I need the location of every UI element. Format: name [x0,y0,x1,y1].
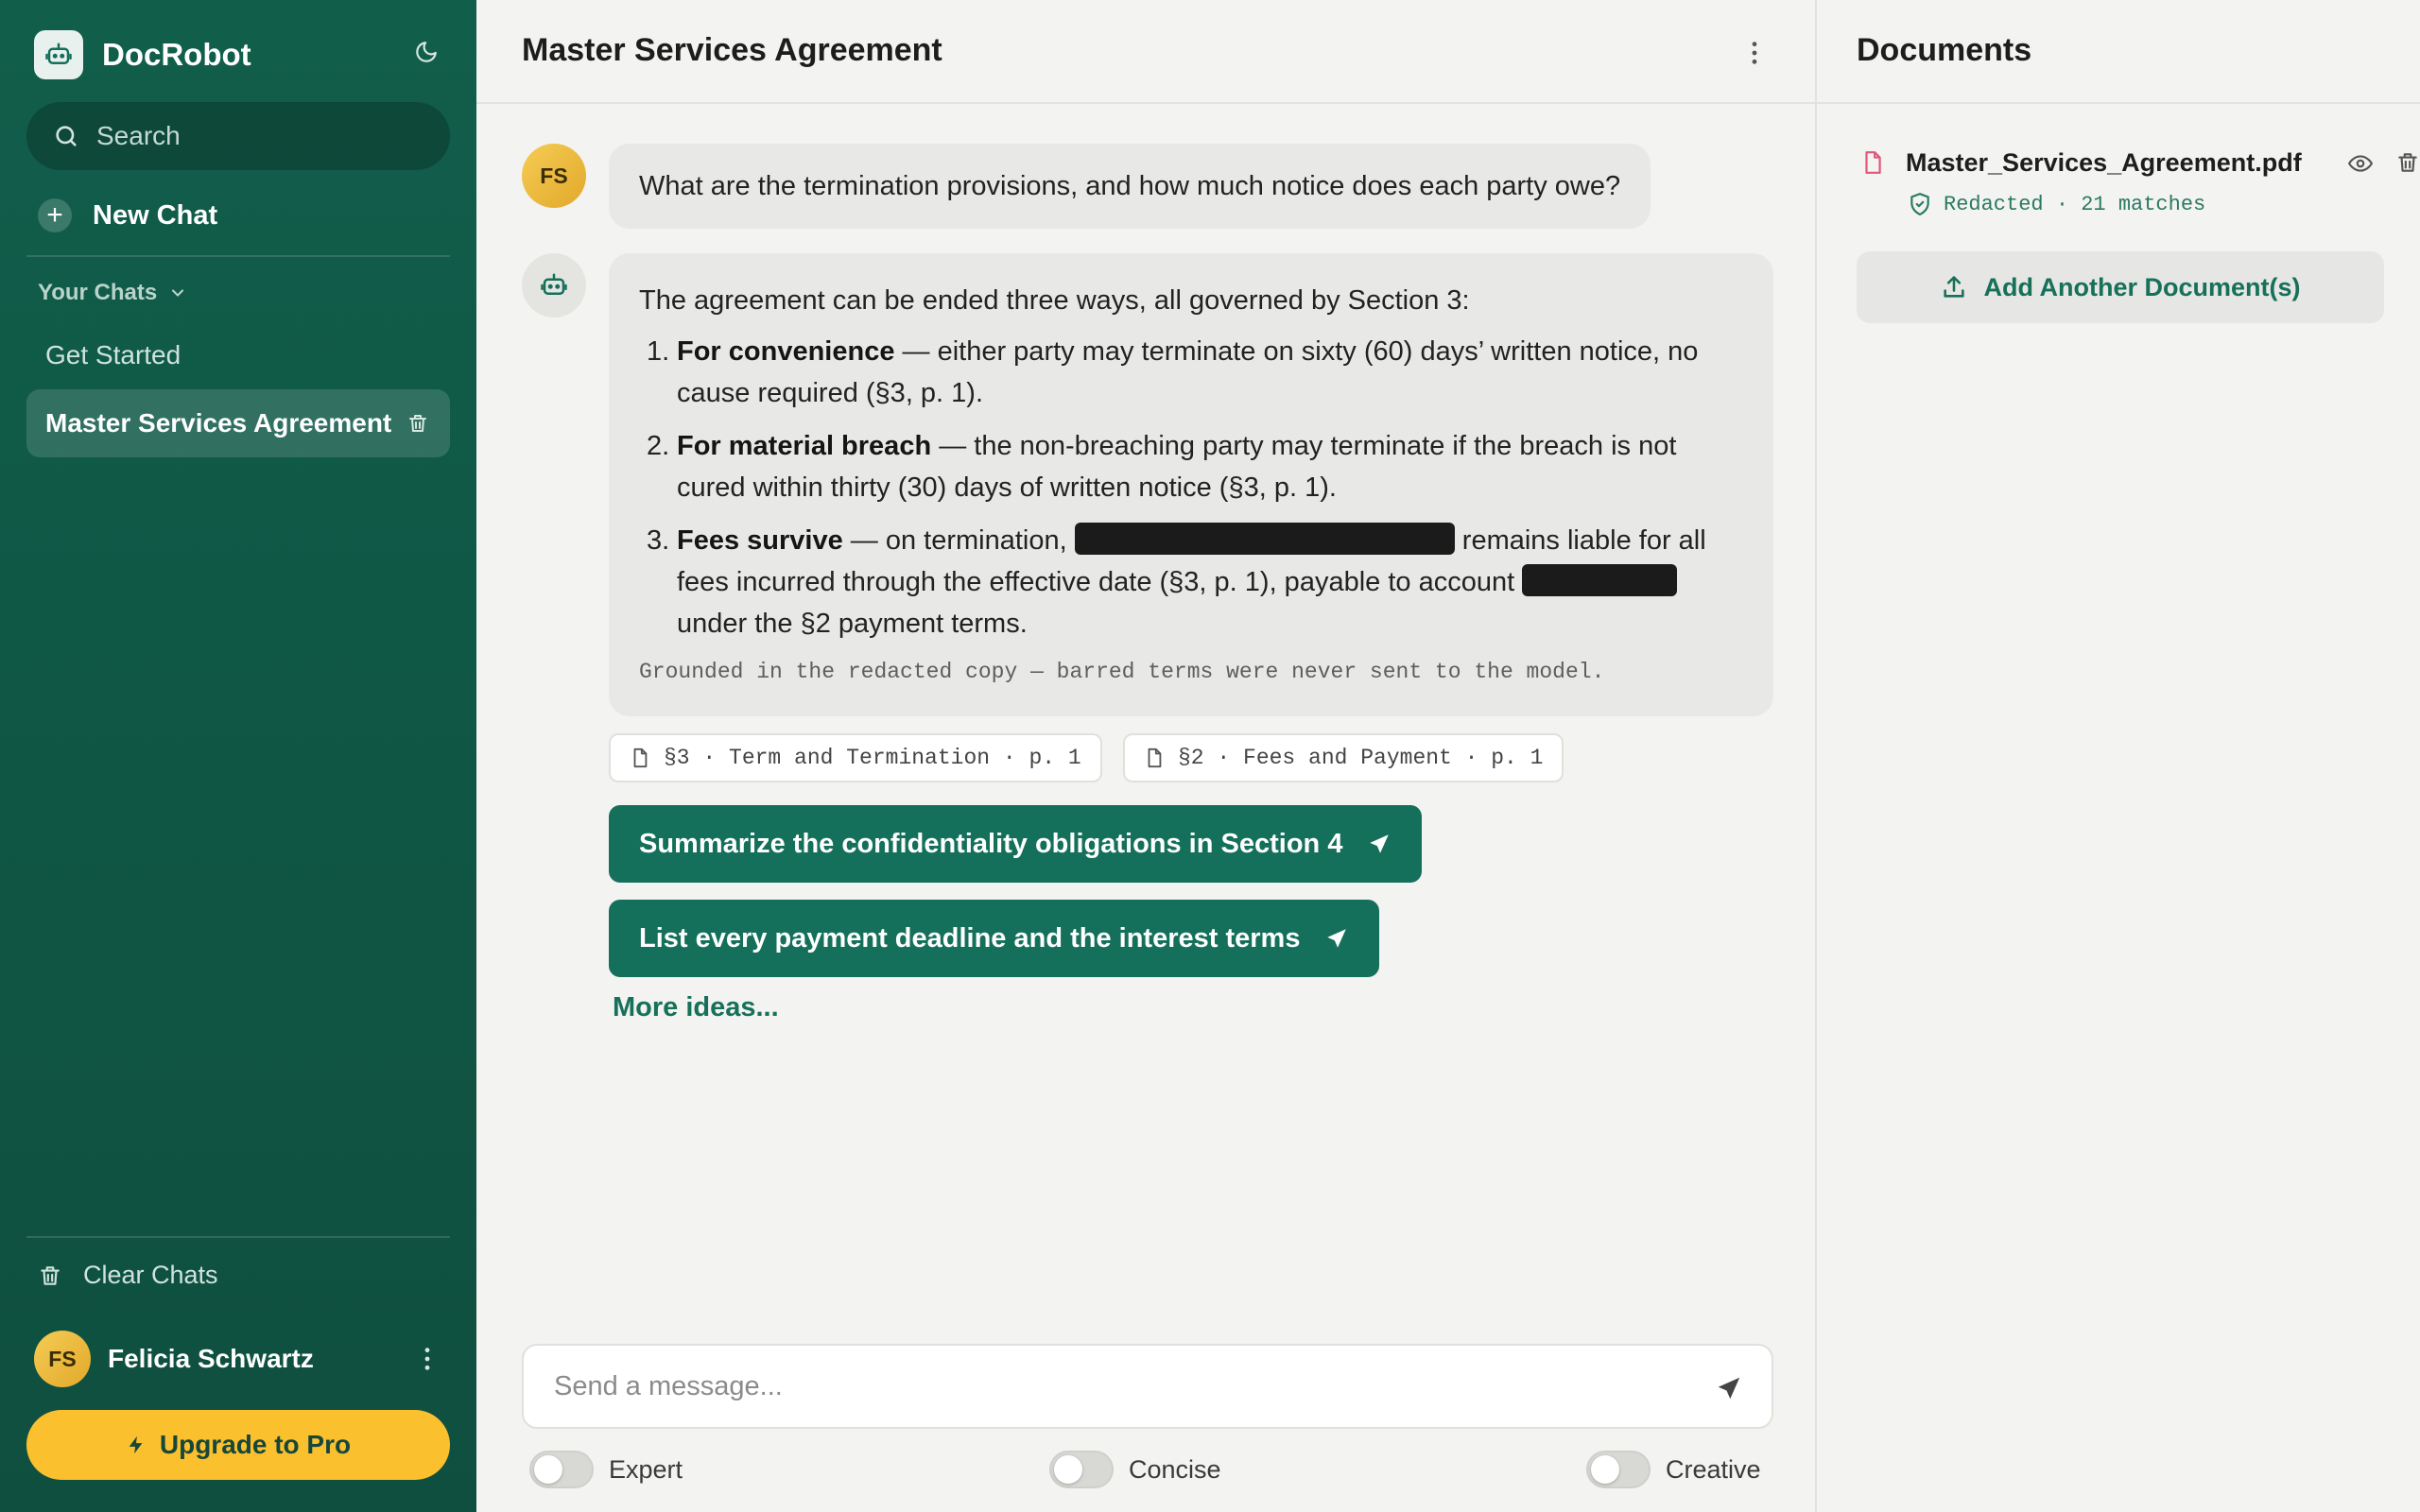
citation-chip-section-2[interactable]: §2 · Fees and Payment · p. 1 [1123,733,1564,782]
document-icon [1148,747,1162,768]
redaction-bar [1074,523,1455,555]
send-arrow-icon [1327,929,1347,948]
list-item-term: For convenience [677,336,895,367]
termination-list: 1. For convenience — either party may te… [639,331,1743,644]
citation-label: §3 · Term and Termination · p. 1 [664,746,1081,770]
list-item-text: — on termination, [842,525,1075,556]
grounded-note: Grounded in the redacted copy — barred t… [639,660,1605,684]
list-number: 2. [647,431,670,461]
document-status-text: Redacted · 21 matches [1944,192,2206,216]
your-chats-label: Your Chats [38,280,158,305]
user-profile[interactable]: FS Felicia Schwartz [34,1331,450,1387]
new-chat-label: New Chat [93,199,218,231]
toggle-expert[interactable]: Expert [529,1448,683,1491]
redaction-bar [1522,564,1678,596]
list-item-term: For material breach [677,431,932,461]
suggestion-button-payment-deadlines[interactable]: List every payment deadline and the inte… [609,900,1380,977]
upgrade-to-pro-button[interactable]: Upgrade to Pro [26,1410,450,1480]
lightning-icon [129,1435,143,1454]
send-arrow-icon [1370,834,1390,853]
sidebar: DocRobot + New Chat Your Chats Get Start… [0,0,476,1512]
user-message-text: What are the termination provisions, and… [639,170,1621,201]
suggestion-label: List every payment deadline and the inte… [639,922,1301,954]
suggestion-label: Summarize the confidentiality obligation… [639,828,1343,859]
list-number: 1. [647,336,670,367]
user-message: What are the termination provisions, and… [609,144,1651,229]
list-item: 3. Fees survive — on termination, remain… [639,520,1743,644]
add-document-label: Add Another Document(s) [1983,272,2301,301]
document-icon [633,747,648,768]
document-item[interactable]: Master_Services_Agreement.pdf [1860,144,2417,181]
list-item-text: under the §2 payment terms. [677,609,1028,639]
toggle-label: Creative [1666,1454,1761,1484]
user-menu-kebab-icon[interactable] [412,1344,442,1374]
sidebar-bottom-divider [26,1236,450,1238]
list-item-term: Fees survive [677,525,843,556]
list-item: 2. For material breach — the non-breachi… [639,425,1743,508]
bot-message: The agreement can be ended three ways, a… [609,253,1773,716]
delete-document-trash-icon[interactable] [2395,149,2420,176]
clear-chats-button[interactable]: Clear Chats [38,1261,218,1290]
preview-eye-icon[interactable] [2346,151,2375,176]
chat-item-label: Master Services Agreement [45,408,392,438]
toggle-switch[interactable] [1049,1451,1114,1488]
new-chat-button[interactable]: + New Chat [38,195,217,236]
user-avatar: FS [34,1331,91,1387]
message-input[interactable] [554,1370,1669,1402]
document-name: Master_Services_Agreement.pdf [1906,147,2302,177]
toggle-label: Expert [609,1454,683,1484]
search-box[interactable] [26,102,450,170]
search-icon [56,126,77,146]
toggle-concise[interactable]: Concise [1049,1448,1221,1491]
citation-label: §2 · Fees and Payment · p. 1 [1178,746,1544,770]
send-icon[interactable] [1715,1374,1743,1402]
chat-header: Master Services Agreement [476,0,1815,104]
chat-item-label: Get Started [45,340,182,369]
toggle-creative[interactable]: Creative [1586,1448,1761,1491]
documents-title: Documents [1857,32,2032,68]
clear-chats-label: Clear Chats [83,1261,218,1289]
brand[interactable]: DocRobot [34,30,251,79]
citation-chip-section-3[interactable]: §3 · Term and Termination · p. 1 [609,733,1102,782]
list-number: 3. [647,525,670,556]
robot-logo-icon [34,30,83,79]
plus-icon: + [38,198,72,232]
chat-item-get-started[interactable]: Get Started [26,321,450,389]
message-composer[interactable] [522,1344,1773,1429]
trash-icon [41,1265,60,1285]
sidebar-divider [26,255,450,257]
chat-item-master-services-agreement[interactable]: Master Services Agreement [26,389,450,457]
document-status: Redacted · 21 matches [1908,191,2205,217]
chat-options-kebab-icon[interactable] [1739,38,1770,68]
bot-message-intro: The agreement can be ended three ways, a… [639,285,1470,316]
bot-avatar-robot-icon [522,253,586,318]
dark-mode-moon-icon[interactable] [414,40,442,68]
pdf-file-icon [1865,151,1881,174]
more-ideas-link[interactable]: More ideas... [613,992,779,1023]
add-document-button[interactable]: Add Another Document(s) [1857,251,2384,323]
app-name: DocRobot [102,37,251,72]
chevron-down-icon [172,289,184,297]
upgrade-label: Upgrade to Pro [159,1430,352,1459]
list-item: 1. For convenience — either party may te… [639,331,1743,414]
toggle-label: Concise [1129,1454,1221,1484]
delete-chat-trash-icon[interactable] [406,412,429,435]
page-title: Master Services Agreement [522,32,942,68]
user-message-avatar: FS [522,144,586,208]
upload-icon [1943,276,1964,298]
your-chats-toggle[interactable]: Your Chats [38,280,187,306]
chat-main: Master Services Agreement FS What are th… [476,0,1815,1512]
toggle-switch[interactable] [529,1451,594,1488]
user-name: Felicia Schwartz [108,1344,314,1373]
toggle-switch[interactable] [1586,1451,1651,1488]
suggestion-button-confidentiality[interactable]: Summarize the confidentiality obligation… [609,805,1423,883]
shield-check-icon [1910,193,1929,215]
search-input[interactable] [96,121,437,151]
documents-header: Documents [1817,0,2420,104]
documents-panel: Documents Master_Services_Agreement.pdf … [1815,0,2420,1512]
